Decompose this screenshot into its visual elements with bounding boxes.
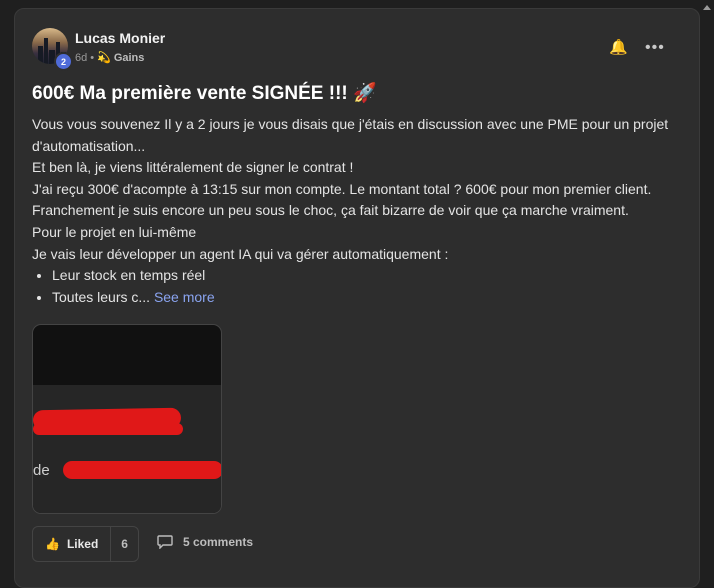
comments-label: 5 comments (183, 535, 254, 549)
post-title[interactable]: 600€ Ma première vente SIGNÉE !!! 🚀 (32, 81, 377, 105)
thumbs-up-icon: 👍 (45, 537, 60, 551)
scrollbar[interactable] (700, 0, 714, 577)
bullet-list: Leur stock en temps réel Toutes leurs c.… (32, 265, 682, 308)
body-line: Franchement je suis encore un peu sous l… (32, 202, 629, 219)
body-line: Vous vous souvenez Il y a 2 jours je vou… (32, 116, 669, 154)
bullet-item: Leur stock en temps réel (52, 265, 682, 287)
redaction-mark (33, 423, 183, 435)
level-badge: 2 (54, 52, 73, 71)
bullet-item: Toutes leurs c... See more (52, 287, 682, 309)
image-text: de (33, 462, 50, 479)
post-card: 2 Lucas Monier 6d • 💫 Gains 🔔 ••• 600€ M… (14, 8, 700, 588)
body-line: Pour le projet en lui-même (32, 223, 197, 240)
post-meta: 6d • 💫 Gains (75, 51, 145, 65)
see-more-link[interactable]: See more (154, 289, 215, 305)
like-button[interactable]: 👍 Liked (33, 527, 112, 561)
comments-button[interactable]: 5 comments (157, 535, 253, 549)
post-body[interactable]: Vous vous souvenez Il y a 2 jours je vou… (32, 114, 682, 308)
comment-icon (157, 535, 173, 549)
author-name[interactable]: Lucas Monier (75, 30, 165, 46)
body-line: Et ben là, je viens littéralement de sig… (32, 159, 354, 176)
body-line: J'ai reçu 300€ d'acompte à 13:15 sur mon… (32, 180, 652, 197)
image-panel (33, 385, 221, 513)
redaction-mark (63, 461, 221, 479)
category-icon: 💫 (97, 52, 111, 64)
like-group: 👍 Liked 6 (32, 526, 139, 562)
meta-separator: • (90, 51, 95, 64)
category-link[interactable]: Gains (114, 52, 145, 64)
like-count[interactable]: 6 (111, 527, 138, 561)
post-image-thumbnail[interactable]: de (32, 324, 222, 514)
bell-icon[interactable]: 🔔 (609, 38, 628, 56)
scroll-up-icon[interactable] (703, 5, 711, 10)
more-options-icon[interactable]: ••• (645, 39, 665, 57)
body-line: Je vais leur développer un agent IA qui … (32, 245, 449, 262)
like-label: Liked (66, 537, 99, 551)
post-time: 6d (75, 51, 88, 64)
